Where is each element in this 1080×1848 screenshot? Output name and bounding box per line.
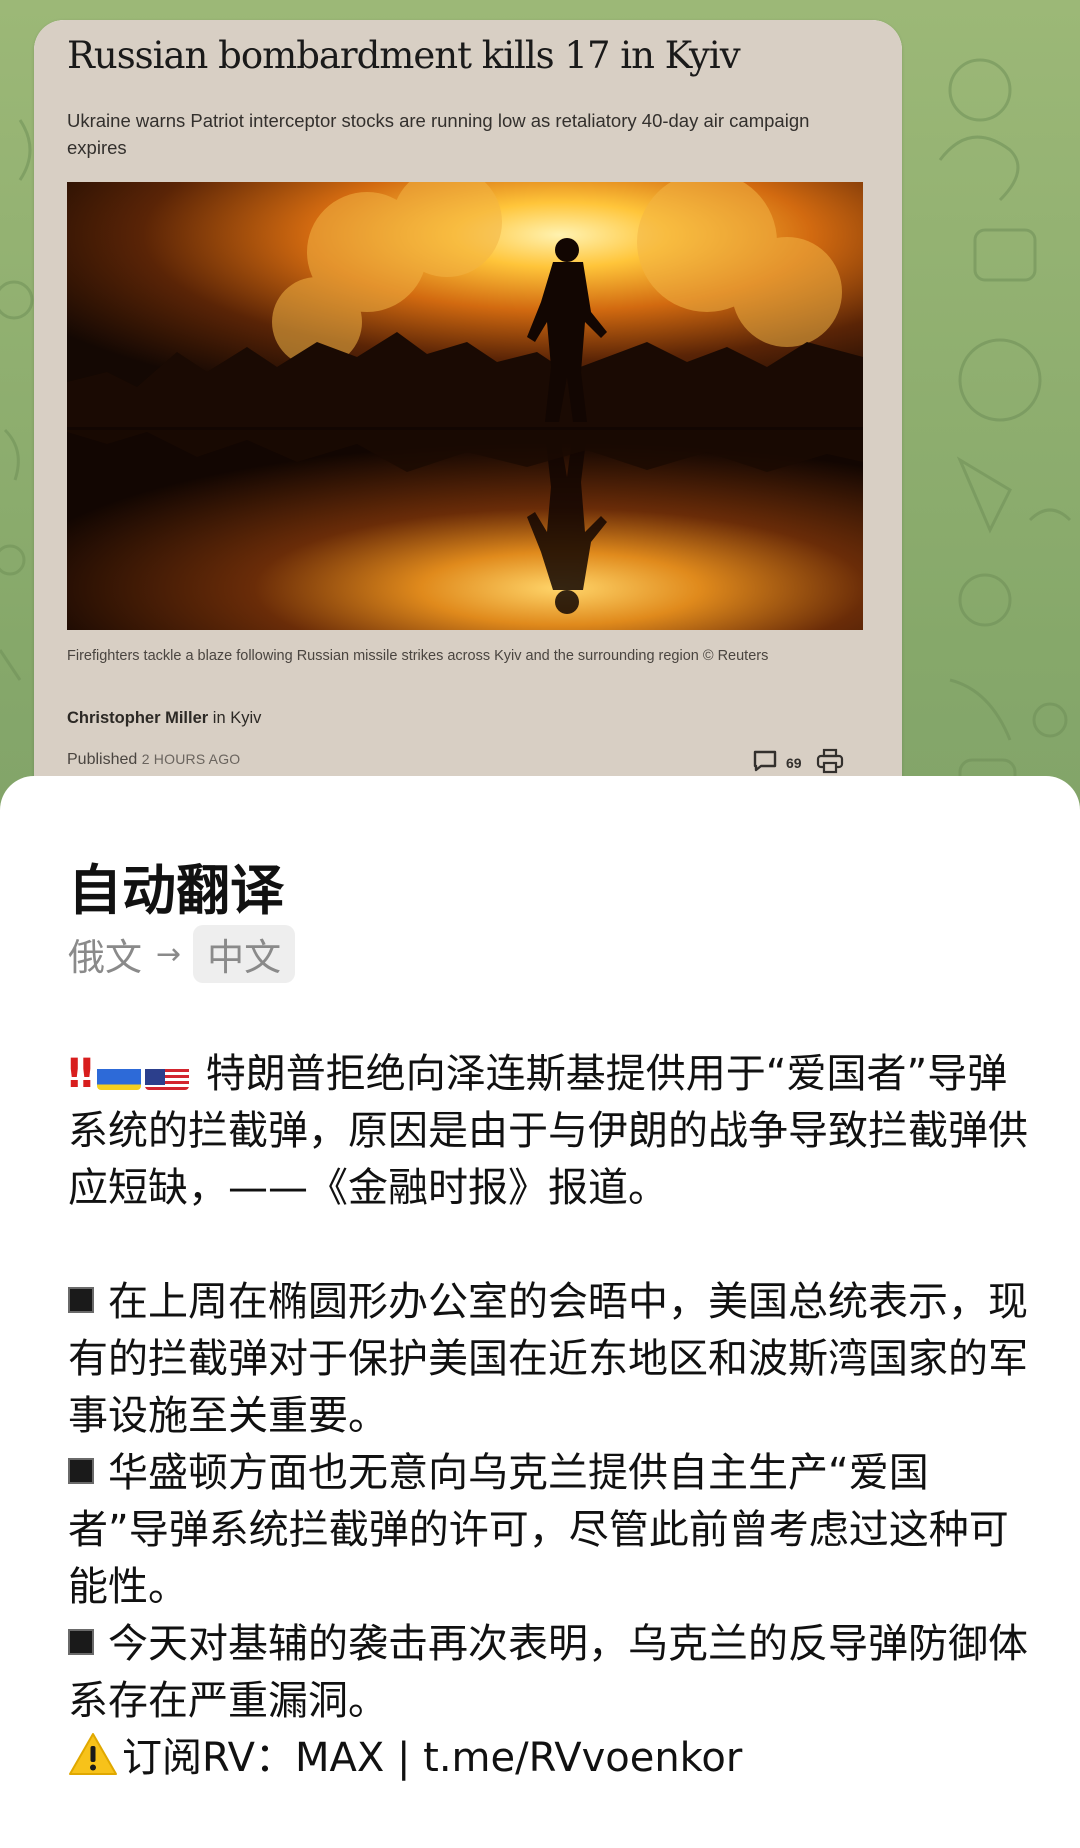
bullet-item: 华盛顿方面也无意向乌克兰提供自主生产“爱国者”导弹系统拦截弹的许可，尽管此前曾考…	[68, 1445, 1028, 1616]
headline-paragraph: ‼ 特朗普拒绝向泽连斯基提供用于“爱国者”导弹系统的拦截弹，原因是由于与伊朗的战…	[68, 1046, 1028, 1217]
black-square-icon	[68, 1629, 94, 1655]
published-time: 2 HOURS AGO	[141, 751, 241, 767]
published-label: Published	[67, 751, 142, 768]
article-title: Russian bombardment kills 17 in Kyiv	[67, 34, 741, 77]
byline: Christopher Miller in Kyiv	[67, 709, 261, 728]
bullet-text: 华盛顿方面也无意向乌克兰提供自主生产“爱国者”导弹系统拦截弹的许可，尽管此前曾考…	[68, 1450, 1009, 1610]
translated-text[interactable]: ‼ 特朗普拒绝向泽连斯基提供用于“爱国者”导弹系统的拦截弹，原因是由于与伊朗的战…	[68, 1046, 1028, 1787]
article-subtitle: Ukraine warns Patriot interceptor stocks…	[67, 110, 810, 158]
published-info: Published 2 HOURS AGO	[67, 751, 240, 769]
firefighter-fire-photo	[67, 182, 863, 630]
target-language[interactable]: 中文	[193, 925, 296, 983]
black-square-icon	[68, 1458, 94, 1484]
comment-count: 69	[786, 755, 802, 771]
warning-icon	[68, 1731, 118, 1777]
bullet-item: 在上周在椭圆形办公室的会晤中，美国总统表示，现有的拦截弹对于保护美国在近东地区和…	[68, 1274, 1028, 1445]
article-photo	[67, 182, 863, 630]
sheet-title: 自动翻译	[68, 859, 284, 922]
usa-flag-icon	[145, 1059, 190, 1090]
double-exclamation-icon: ‼	[68, 1051, 93, 1097]
comment-icon	[752, 749, 778, 777]
auto-translate-sheet[interactable]: 自动翻译 俄文 → 中文 ‼ 特朗普拒绝向泽连斯基提供用于“爱国者”导弹系统的拦…	[0, 776, 1080, 1848]
subscribe-line: 订阅RV：MAX | t.me/RVvoenkor	[68, 1730, 1028, 1787]
print-icon	[816, 748, 844, 778]
photo-caption: Firefighters tackle a blaze following Ru…	[67, 648, 769, 664]
author-location: in Kyiv	[208, 709, 262, 727]
arrow-right-icon: →	[156, 936, 182, 972]
bullet-item: 今天对基辅的袭击再次表明，乌克兰的反导弹防御体系存在严重漏洞。	[68, 1616, 1028, 1730]
bullet-text: 在上周在椭圆形办公室的会晤中，美国总统表示，现有的拦截弹对于保护美国在近东地区和…	[68, 1279, 1028, 1439]
bullet-text: 今天对基辅的袭击再次表明，乌克兰的反导弹防御体系存在严重漏洞。	[68, 1621, 1028, 1724]
ukraine-flag-icon	[97, 1059, 142, 1090]
black-square-icon	[68, 1287, 94, 1313]
author-name: Christopher Miller	[67, 709, 209, 727]
subscribe-link[interactable]: 订阅RV：MAX | t.me/RVvoenkor	[122, 1735, 742, 1781]
article-actions: 69	[752, 748, 844, 778]
source-language[interactable]: 俄文	[68, 927, 142, 981]
headline-text: 特朗普拒绝向泽连斯基提供用于“爱国者”导弹系统的拦截弹，原因是由于与伊朗的战争导…	[68, 1051, 1028, 1211]
language-selector: 俄文 → 中文	[68, 925, 296, 983]
